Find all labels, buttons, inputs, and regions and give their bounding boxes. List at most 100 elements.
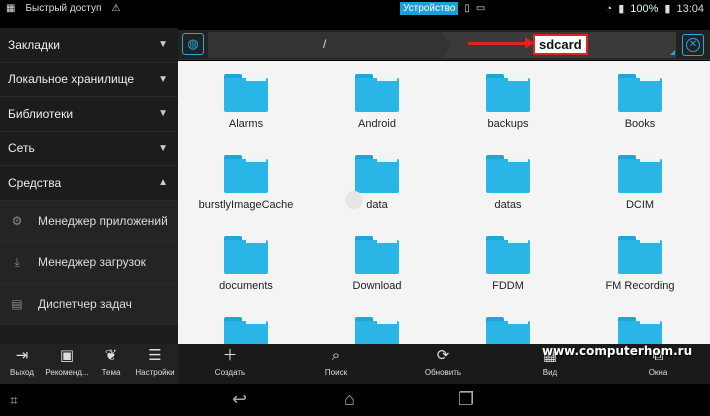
search-button[interactable]: ⌕ Поиск [312,344,360,384]
folder-item-partial[interactable] [317,310,437,344]
create-button[interactable]: ＋ Создать [204,344,256,384]
folder-item[interactable]: datas [448,148,568,218]
sidebar-item-app-manager[interactable]: ⚙ Менеджер приложений [0,200,178,242]
task-manager-icon: ▤ [11,296,23,311]
clock: 13:04 [676,2,704,15]
settings-button[interactable]: ☰ Настройки [132,344,178,384]
folder-icon [355,317,399,344]
folder-item-partial[interactable] [186,310,306,344]
folder-label: FDDM [492,280,524,292]
folder-label: Android [358,118,396,130]
chevron-up-icon: ▲ [158,177,168,189]
section-label: Закладки [8,37,60,52]
sidebar-section-network[interactable]: Сеть ▼ [0,132,178,166]
back-icon[interactable]: ↩ [232,389,247,410]
gears-icon: ⚙ [11,213,23,228]
download-icon: ⤓ [14,254,20,269]
chevron-down-icon: ▼ [158,39,168,51]
close-icon: ✕ [686,38,700,52]
sidebar-item-label: Менеджер загрузок [38,255,146,270]
folder-item[interactable]: Books [580,67,700,137]
folder-label: FM Recording [605,280,675,292]
close-button[interactable]: ✕ [682,34,704,56]
folder-item[interactable]: DCIM [580,148,700,218]
toolbar-label: Вид [542,368,558,377]
folder-item[interactable]: Android [317,67,437,137]
home-icon[interactable]: ⌂ [344,389,355,410]
battery-percent: 100% [630,2,659,15]
usb-icon: ▭ [475,3,486,14]
search-icon: ⌕ [331,347,341,364]
folder-icon [486,155,530,193]
folder-icon [486,317,530,344]
folder-icon [618,155,662,193]
bottom-toolbar: ⇥ Выход ▣ Рекоменд... ❦ Тема ☰ Настройки… [0,344,710,384]
device-label: Устройство [400,2,459,15]
red-arrow-annotation [468,37,534,49]
sidebar-section-bookmarks[interactable]: Закладки ▼ [0,28,178,63]
toolbar-label: Выход [10,368,34,377]
folder-icon [618,317,662,344]
folder-item[interactable]: data [317,148,437,218]
folder-icon [355,155,399,193]
folder-item[interactable]: Alarms [186,67,306,137]
folder-item-partial[interactable] [580,310,700,344]
plus-icon: ＋ [222,347,238,364]
folder-label: DCIM [625,199,655,211]
watermark: www.computerhom.ru [542,344,693,358]
system-nav-bar: ⌗ ↩ ⌂ ❐ [0,384,710,416]
section-label: Средства [8,175,62,190]
folder-label: documents [219,280,273,292]
folder-item[interactable]: FDDM [448,229,568,299]
toolbar-left-group: ⇥ Выход ▣ Рекоменд... ❦ Тема ☰ Настройки [0,344,178,384]
toolbar-label: Окна [648,368,668,377]
signal-icon: ▮ [618,3,625,15]
breadcrumb-root-label: / [323,37,327,51]
recommend-button[interactable]: ▣ Рекоменд... [44,344,90,384]
recent-apps-icon[interactable]: ❐ [458,389,474,410]
folder-item[interactable]: backups [448,67,568,137]
touch-indicator [345,191,363,209]
chevron-down-icon: ▼ [158,73,168,85]
refresh-button[interactable]: ⟳ Обновить [418,344,468,384]
grid-icon: ▦ [6,3,16,14]
globe-icon[interactable]: ◍ [182,33,204,55]
theme-icon: ❦ [104,347,118,364]
folder-icon [224,317,268,344]
sidebar-item-task-manager[interactable]: ▤ Диспетчер задач [0,283,178,325]
folder-icon [486,74,530,112]
folder-item[interactable]: burstlyImageCache [186,148,306,218]
wifi-icon: ◔ [605,2,613,15]
section-label: Локальное хранилище [8,72,135,87]
sidebar-item-download-manager[interactable]: ⤓ Менеджер загрузок [0,242,178,284]
status-bar: ▦ Быстрый доступ ⚠ Устройство ▯ ▭ ◔ ▮ 10… [0,0,710,18]
theme-button[interactable]: ❦ Тема [92,344,130,384]
toolbar-label: Создать [214,368,246,377]
folder-item[interactable]: FM Recording [580,229,700,299]
breadcrumb-root[interactable]: / [208,32,478,58]
chevron-down-icon: ▼ [158,108,168,120]
toolbar-label: Поиск [324,368,348,377]
folder-icon [224,236,268,274]
folder-item[interactable]: documents [186,229,306,299]
quick-access-label: Быстрый доступ [25,3,102,14]
toolbar-label: Тема [101,368,121,377]
gift-icon: ▣ [59,347,75,364]
folder-item-partial[interactable] [448,310,568,344]
folder-label: Download [352,280,402,292]
folder-item[interactable]: Download [317,229,437,299]
warning-icon: ⚠ [111,3,121,14]
toolbar-label: Обновить [424,368,462,377]
folder-grid: Alarms Android backups Books burstlyImag… [178,61,710,344]
screenshot-icon[interactable]: ⌗ [10,392,18,409]
sdcard-icon: ▯ [464,3,470,14]
sidebar-item-label: Диспетчер задач [38,296,132,311]
folder-label: burstlyImageCache [198,199,294,211]
exit-button[interactable]: ⇥ Выход [2,344,42,384]
toolbar-label: Рекоменд... [45,368,89,377]
sidebar-section-tools[interactable]: Средства ▲ [0,166,178,201]
sidebar-section-libraries[interactable]: Библиотеки ▼ [0,97,178,132]
chevron-down-icon: ▼ [158,142,168,154]
settings-icon: ☰ [148,347,162,364]
sidebar-section-local-storage[interactable]: Локальное хранилище ▼ [0,63,178,97]
